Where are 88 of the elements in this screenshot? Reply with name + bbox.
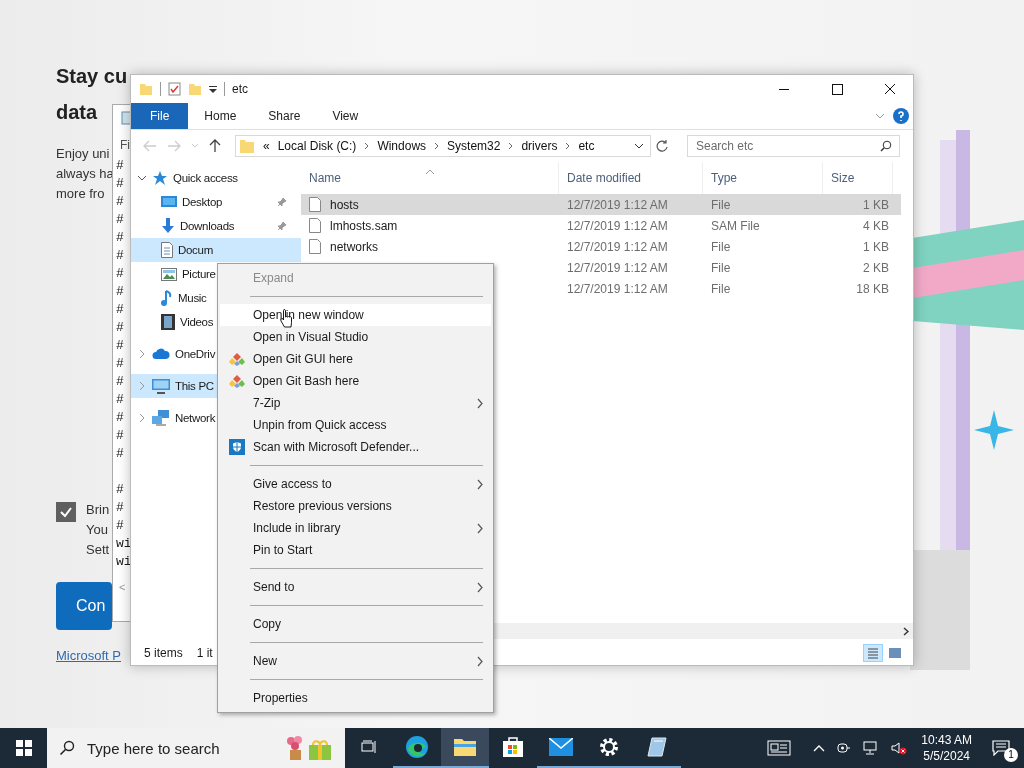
breadcrumb[interactable]: System32	[447, 139, 501, 153]
checkbox-label: Brin	[86, 501, 110, 519]
text-line: #	[116, 409, 125, 427]
ribbon-tab[interactable]: Share	[252, 103, 317, 129]
size-cell-text: 1 KB	[862, 197, 890, 212]
text-line: #	[116, 175, 125, 193]
menu-item[interactable]: Pin to Start	[220, 539, 491, 561]
nav-item[interactable]: Downloads	[131, 214, 301, 238]
breadcrumb[interactable]: Local Disk (C:)	[277, 139, 357, 153]
ribbon-tab[interactable]: View	[316, 103, 375, 129]
address-bar[interactable]: « Local Disk (C:) Windows System32 drivers etc	[235, 135, 651, 157]
menu-item[interactable]: New	[220, 650, 491, 672]
selection-count: 1 it	[196, 646, 213, 660]
menu-item[interactable]: Restore previous versions	[220, 495, 491, 517]
page-text: Enjoy uni	[56, 145, 111, 163]
page-heading: data	[56, 100, 98, 125]
text-line: #	[116, 445, 125, 463]
menu-item[interactable]: Send to	[220, 576, 491, 598]
clock-date[interactable]: 5/5/2024	[923, 748, 970, 764]
breadcrumb[interactable]: drivers	[521, 139, 558, 153]
ribbon-tab[interactable]: Home	[188, 103, 253, 129]
text-line: #	[116, 157, 125, 175]
file-row[interactable]: hosts 12/7/2019 1:12 AM File 1 KB	[301, 194, 901, 215]
window-title: etc	[232, 82, 248, 96]
clock-time[interactable]: 10:43 AM	[921, 732, 972, 748]
menu-item[interactable]: Scan with Microsoft Defender...	[220, 436, 491, 458]
checkbox-label: You	[86, 521, 109, 539]
size-cell-text: 4 KB	[862, 218, 890, 233]
text-line: #	[116, 283, 125, 301]
text-line: #	[116, 211, 125, 229]
menu-item[interactable]: Properties	[220, 687, 491, 709]
privacy-link[interactable]: Microsoft P	[56, 648, 121, 663]
date-cell-text: 12/7/2019 1:12 AM	[566, 239, 669, 254]
continue-button[interactable]: Con	[56, 582, 112, 630]
text-line: #	[116, 427, 125, 445]
text-line: wi	[116, 535, 132, 553]
date-cell-text: 12/7/2019 1:12 AM	[566, 260, 669, 275]
text-line: #	[116, 499, 125, 517]
type-cell-text: File	[710, 197, 732, 212]
breadcrumb[interactable]: Windows	[377, 139, 427, 153]
text-line: #	[116, 229, 125, 247]
menu-item[interactable]: Open in Visual Studio	[220, 326, 491, 348]
file-row[interactable]: networks 12/7/2019 1:12 AM File 1 KB	[301, 236, 901, 257]
taskbar-search-field[interactable]: Type here to search	[47, 728, 345, 768]
text-line: #	[116, 373, 125, 391]
file-name: lmhosts.sam	[330, 218, 398, 233]
text-line: #	[116, 517, 125, 535]
menu-item[interactable]: Open Git GUI here	[220, 348, 491, 370]
file-row[interactable]: lmhosts.sam 12/7/2019 1:12 AM SAM File 4 KB	[301, 215, 901, 236]
text-line: wi	[116, 553, 132, 571]
text-line: #	[116, 391, 125, 409]
overflow-chevron[interactable]: «	[263, 139, 270, 153]
text-line: #	[116, 355, 125, 373]
nav-item[interactable]: Desktop	[131, 190, 301, 214]
date-cell-text: 12/7/2019 1:12 AM	[566, 197, 669, 212]
page-text: more fro	[56, 185, 106, 203]
menu-item[interactable]: Include in library	[220, 517, 491, 539]
date-cell-text: 12/7/2019 1:12 AM	[566, 218, 669, 233]
type-cell-text: File	[710, 239, 732, 254]
text-line: #	[116, 265, 125, 283]
ribbon-tab[interactable]: File	[131, 103, 189, 129]
size-cell-text: 2 KB	[862, 260, 890, 275]
search-field[interactable]: Search etc	[687, 135, 900, 157]
menu-item[interactable]: Unpin from Quick access	[220, 414, 491, 436]
item-count: 5 items	[144, 646, 183, 660]
menu-item[interactable]: Copy	[220, 613, 491, 635]
text-line: #	[116, 319, 125, 337]
text-line: #	[116, 193, 125, 211]
page-heading: Stay cu	[56, 64, 128, 89]
file-name: hosts	[330, 197, 359, 212]
checkbox-label: Sett	[86, 541, 110, 559]
size-cell-text: 18 KB	[855, 281, 890, 296]
text-line: #	[116, 301, 125, 319]
text-line: #	[116, 337, 125, 355]
type-cell-text: File	[710, 260, 732, 275]
breadcrumb[interactable]: etc	[578, 139, 595, 153]
notification-badge: 1	[1004, 748, 1018, 762]
nav-item[interactable]: Docum	[131, 238, 301, 262]
type-cell-text: File	[710, 281, 732, 296]
text-line: #	[116, 247, 125, 265]
nav-item[interactable]: Quick access	[131, 166, 301, 190]
text-line: #	[116, 481, 125, 499]
file-name: networks	[330, 239, 379, 254]
size-cell-text: 1 KB	[862, 239, 890, 254]
date-cell-text: 12/7/2019 1:12 AM	[566, 281, 669, 296]
type-cell-text: SAM File	[710, 218, 761, 233]
menu-item[interactable]: Fi	[120, 138, 130, 152]
menu-item[interactable]: Give access to	[220, 473, 491, 495]
